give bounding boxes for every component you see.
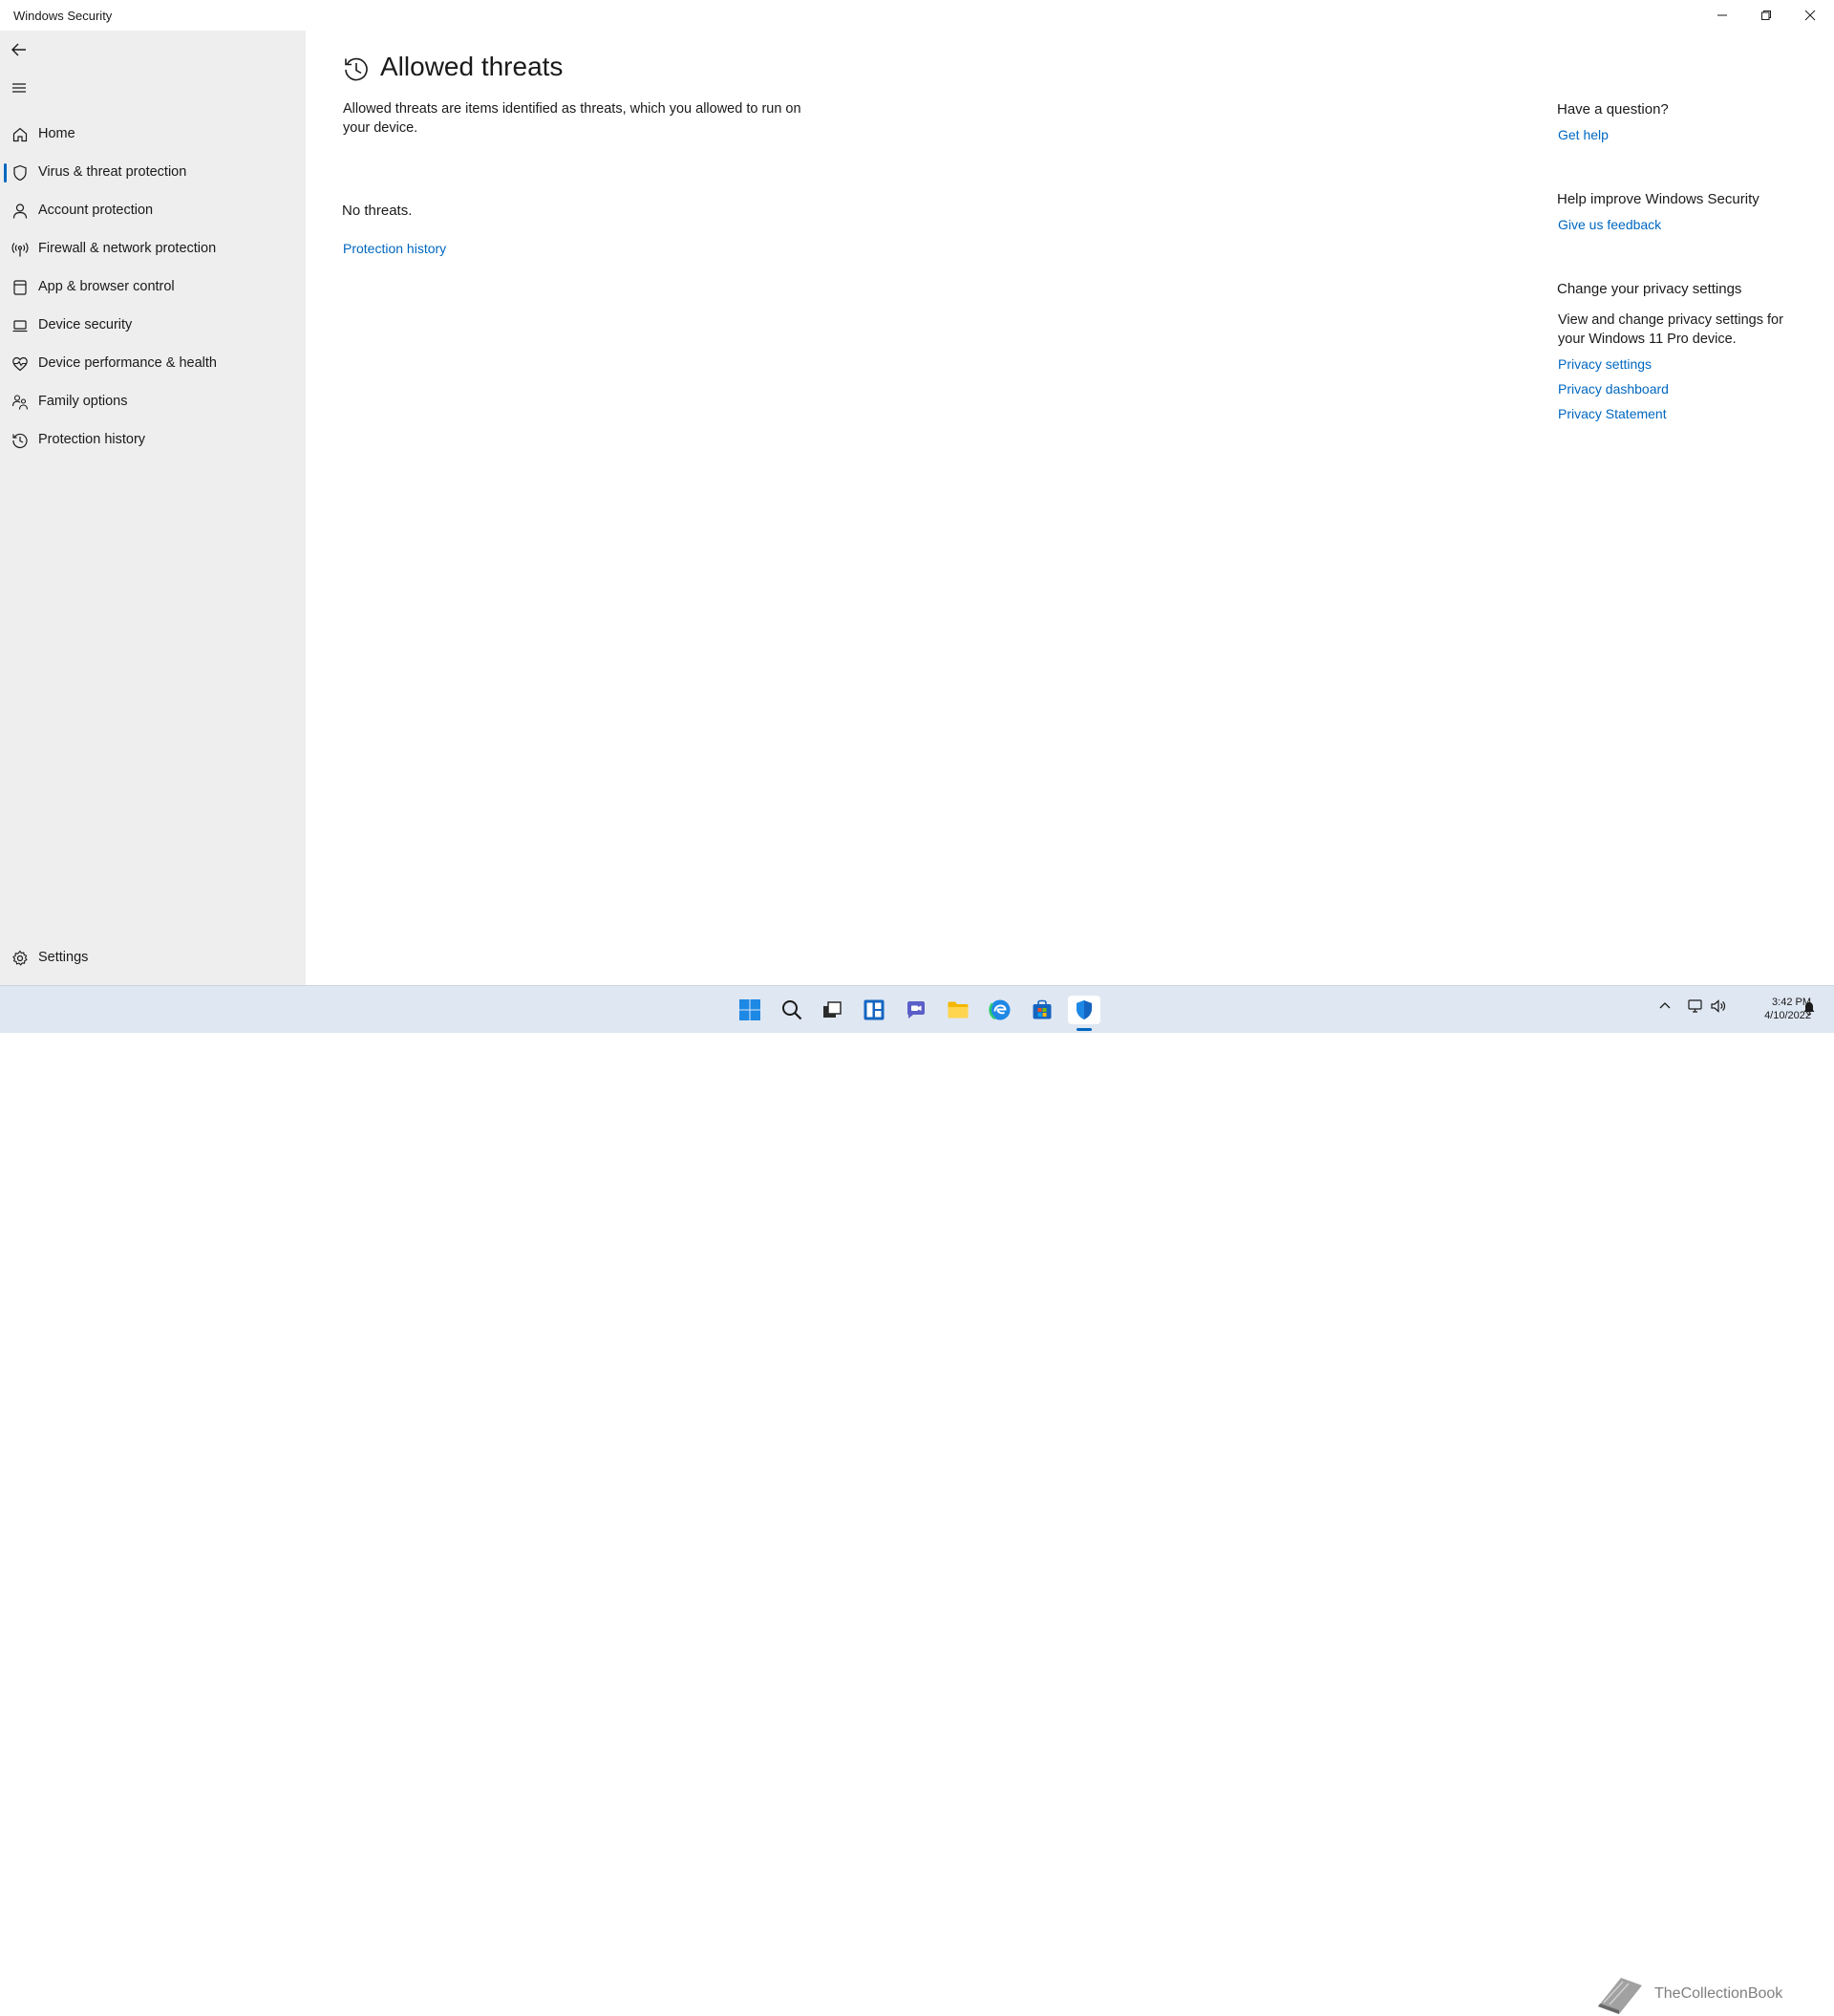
windows-security-taskbar-button[interactable] — [1068, 996, 1100, 1024]
nav-item-protection-history[interactable]: Protection history — [0, 423, 306, 458]
nav-item-firewall-network-protection[interactable]: Firewall & network protection — [0, 232, 306, 267]
family-icon — [11, 395, 29, 410]
chat-button[interactable] — [902, 996, 930, 1024]
heart-pulse-icon — [12, 356, 28, 372]
windows-logo-icon — [739, 999, 760, 1020]
nav-item-family-options[interactable]: Family options — [0, 385, 306, 419]
home-icon — [12, 127, 28, 142]
active-app-indicator — [1077, 1028, 1092, 1031]
sidebar: Home Virus & threat protection Account p… — [0, 31, 306, 985]
watermark: TheCollectionBook — [1592, 1972, 1831, 2016]
book-logo-icon — [1598, 1978, 1642, 2014]
close-button[interactable] — [1788, 0, 1832, 31]
restore-icon — [1761, 11, 1771, 20]
history-icon — [12, 433, 28, 448]
close-icon — [1804, 10, 1816, 21]
edge-button[interactable] — [986, 996, 1014, 1024]
app-window-icon — [13, 280, 27, 295]
search-button[interactable] — [778, 996, 806, 1024]
nav-item-account-protection[interactable]: Account protection — [0, 194, 306, 228]
network-icon[interactable] — [1687, 997, 1704, 1015]
nav-label-family-options: Family options — [38, 394, 128, 409]
nav-item-device-performance-health[interactable]: Device performance & health — [0, 347, 306, 381]
taskbar: TheCollectionBook 3:42 PM 4/10/2022 — [0, 985, 1834, 2014]
chat-icon — [907, 1001, 925, 1019]
notification-bell-icon[interactable] — [1802, 1000, 1817, 1016]
protection-history-link[interactable]: Protection history — [343, 241, 446, 256]
give-feedback-link[interactable]: Give us feedback — [1558, 217, 1661, 232]
hamburger-icon — [12, 83, 26, 93]
chevron-up-icon[interactable] — [1658, 999, 1672, 1013]
minimize-icon — [1717, 14, 1727, 16]
file-explorer-button[interactable] — [944, 996, 972, 1024]
nav-item-device-security[interactable]: Device security — [0, 309, 306, 343]
page-description: Allowed threats are items identified as … — [343, 101, 801, 136]
history-icon — [345, 57, 368, 81]
search-icon — [782, 1000, 802, 1020]
store-button[interactable] — [1028, 996, 1056, 1024]
back-arrow-icon — [11, 43, 26, 56]
volume-icon[interactable] — [1710, 997, 1727, 1015]
edge-browser-icon — [989, 998, 1012, 1021]
nav-label-virus-threat-protection: Virus & threat protection — [38, 164, 187, 180]
privacy-statement-link[interactable]: Privacy Statement — [1558, 406, 1667, 421]
privacy-dashboard-link[interactable]: Privacy dashboard — [1558, 381, 1669, 397]
nav-item-settings[interactable]: Settings — [0, 941, 306, 976]
antenna-icon — [11, 243, 29, 257]
window-title: Windows Security — [13, 9, 113, 23]
store-icon — [1033, 999, 1052, 1019]
nav-item-home[interactable]: Home — [0, 118, 306, 152]
page-title: Allowed threats — [380, 52, 564, 81]
folder-icon — [948, 1001, 969, 1019]
task-view-button[interactable] — [818, 996, 846, 1024]
person-icon — [12, 204, 28, 219]
hamburger-menu-button[interactable] — [8, 76, 31, 99]
nav-label-device-performance-health: Device performance & health — [38, 355, 217, 371]
question-heading: Have a question? — [1557, 101, 1669, 118]
privacy-heading: Change your privacy settings — [1557, 281, 1742, 297]
widgets-button[interactable] — [860, 996, 888, 1024]
shield-icon — [13, 164, 27, 182]
start-button[interactable] — [736, 996, 764, 1024]
gear-icon — [12, 950, 28, 966]
improve-heading: Help improve Windows Security — [1557, 191, 1759, 207]
privacy-settings-link[interactable]: Privacy settings — [1558, 356, 1652, 372]
no-threats-text: No threats. — [342, 203, 413, 219]
back-button[interactable] — [8, 38, 31, 61]
nav-label-settings: Settings — [38, 950, 89, 965]
nav-item-app-browser-control[interactable]: App & browser control — [0, 270, 306, 305]
nav-label-protection-history: Protection history — [38, 432, 146, 447]
laptop-icon — [12, 320, 28, 332]
nav-label-app-browser-control: App & browser control — [38, 279, 175, 294]
nav-label-account-protection: Account protection — [38, 203, 154, 218]
shield-icon — [1077, 1000, 1092, 1019]
nav-label-home: Home — [38, 126, 75, 141]
get-help-link[interactable]: Get help — [1558, 127, 1609, 142]
nav-item-virus-threat-protection[interactable]: Virus & threat protection — [0, 156, 306, 190]
title-bar: Windows Security — [0, 0, 1834, 31]
widgets-icon — [864, 999, 885, 1020]
task-view-icon — [823, 1001, 842, 1018]
nav-label-firewall-network-protection: Firewall & network protection — [38, 241, 217, 256]
privacy-description: View and change privacy settings for you… — [1558, 312, 1783, 347]
active-indicator — [4, 163, 7, 182]
restore-button[interactable] — [1744, 0, 1788, 31]
watermark-text: TheCollectionBook — [1654, 1985, 1783, 2002]
nav-label-device-security: Device security — [38, 317, 133, 332]
minimize-button[interactable] — [1700, 0, 1744, 31]
